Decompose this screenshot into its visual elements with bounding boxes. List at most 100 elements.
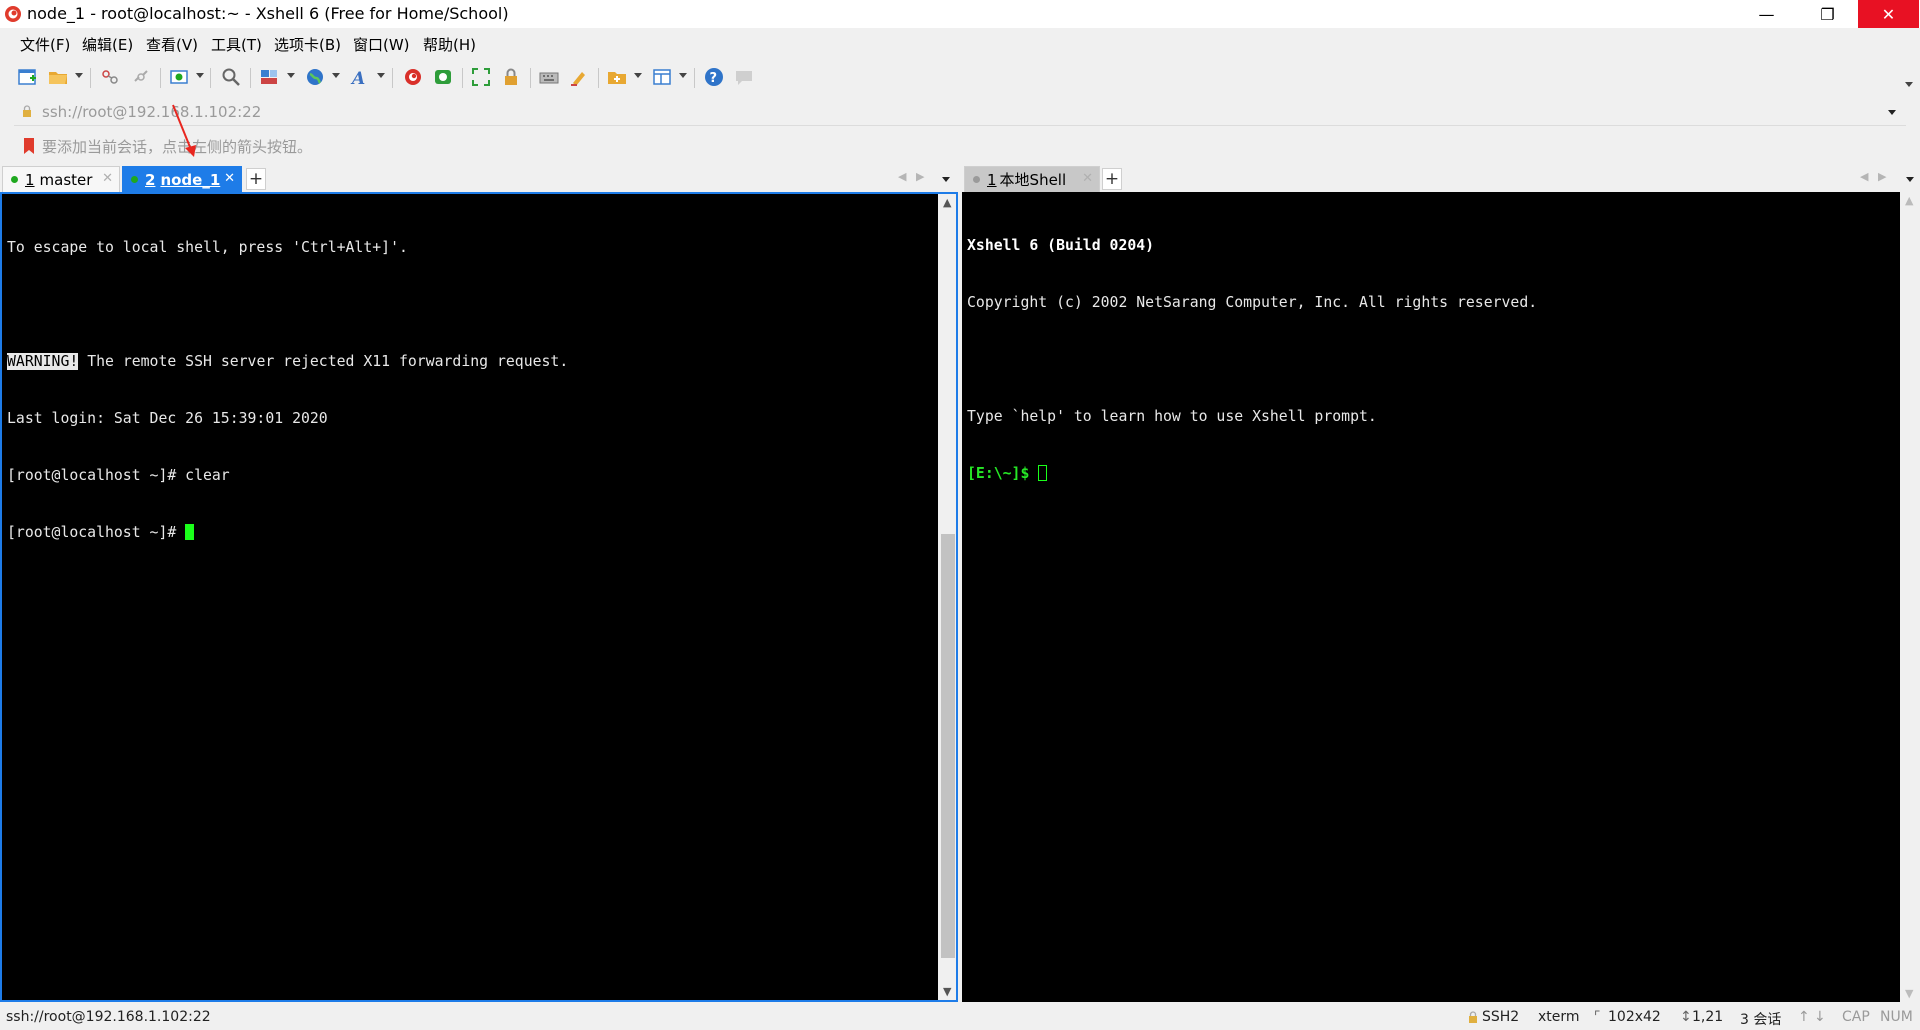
tab-prev-icon[interactable]: ◀ [898, 170, 906, 183]
status-connection: ssh://root@192.168.1.102:22 [6, 1009, 211, 1025]
window-title: node_1 - root@localhost:~ - Xshell 6 (Fr… [27, 4, 509, 23]
layout-dropdown-caret[interactable] [287, 73, 295, 78]
restore-button[interactable]: ❐ [1797, 0, 1858, 28]
tab-master[interactable]: 1 master ✕ [2, 166, 120, 192]
toolbar: A ? [0, 62, 1920, 94]
size-icon: ⌜ [1594, 1009, 1601, 1025]
connect-icon[interactable] [99, 66, 121, 88]
menu-tabs[interactable]: 选项卡(B) [274, 34, 341, 55]
terminal-line: WARNING! The remote SSH server rejected … [7, 352, 568, 371]
tab-label: master [39, 170, 93, 189]
menu-help[interactable]: 帮助(H) [423, 34, 476, 55]
cursor-pos-icon: ↕ [1680, 1009, 1692, 1025]
left-scrollbar[interactable]: ▲ ▼ [938, 192, 958, 1002]
tab-next-icon[interactable]: ▶ [916, 170, 924, 183]
properties-dropdown-caret[interactable] [196, 73, 204, 78]
menu-view[interactable]: 查看(V) [146, 34, 198, 55]
status-dot [11, 176, 18, 183]
terminal-line: To escape to local shell, press 'Ctrl+Al… [7, 239, 408, 256]
keyboard-icon[interactable] [538, 66, 560, 88]
terminal-line: Last login: Sat Dec 26 15:39:01 2020 [7, 410, 328, 427]
new-session-icon[interactable] [16, 66, 38, 88]
status-dot [973, 176, 980, 183]
font-dropdown-caret[interactable] [377, 73, 385, 78]
left-tab-strip: 1 master ✕ 2 node_1 ✕ + ◀ ▶ [0, 166, 958, 192]
session-properties-icon[interactable] [168, 66, 190, 88]
globe-dropdown-caret[interactable] [332, 73, 340, 78]
toolbar-overflow-caret[interactable] [1905, 82, 1913, 87]
fullscreen-icon[interactable] [470, 66, 492, 88]
add-to-sessions-icon[interactable] [606, 66, 628, 88]
scroll-thumb[interactable] [941, 534, 955, 958]
add-dropdown-caret[interactable] [634, 73, 642, 78]
layout-icon[interactable] [258, 66, 280, 88]
tab-node-1[interactable]: 2 node_1 ✕ [122, 166, 242, 192]
lock-icon [23, 105, 31, 117]
close-button[interactable]: ✕ [1858, 0, 1919, 28]
address-bar[interactable]: ssh://root@192.168.1.102:22 [14, 100, 1906, 126]
disconnect-icon[interactable] [130, 66, 152, 88]
open-dropdown-caret[interactable] [75, 73, 83, 78]
tab-list-caret[interactable] [1906, 177, 1914, 182]
new-tab-button[interactable]: + [1102, 168, 1122, 190]
tab-list-caret[interactable] [942, 177, 950, 182]
address-input[interactable]: ssh://root@192.168.1.102:22 [42, 103, 261, 121]
help-icon[interactable]: ? [703, 66, 725, 88]
find-icon[interactable] [220, 66, 242, 88]
tab-local-shell[interactable]: 1 本地Shell ✕ [964, 166, 1100, 192]
toolbar-separator [462, 68, 463, 88]
new-tab-button[interactable]: + [246, 168, 266, 190]
session-up-icon[interactable]: ↑ [1798, 1009, 1810, 1025]
scroll-down-icon[interactable]: ▼ [1905, 987, 1913, 1000]
terminal-line: Xshell 6 (Build 0204) [967, 237, 1155, 254]
scroll-down-icon[interactable]: ▼ [943, 985, 951, 998]
menu-bar: 文件(F) 编辑(E) 查看(V) 工具(T) 选项卡(B) 窗口(W) 帮助(… [0, 30, 1920, 58]
left-terminal[interactable]: To escape to local shell, press 'Ctrl+Al… [0, 192, 940, 1002]
tab-close-icon[interactable]: ✕ [1082, 171, 1093, 186]
scroll-up-icon[interactable]: ▲ [943, 196, 951, 209]
toolbar-separator [598, 68, 599, 88]
tab-layout-dropdown-caret[interactable] [679, 73, 687, 78]
right-terminal[interactable]: Xshell 6 (Build 0204) Copyright (c) 2002… [962, 192, 1900, 1002]
toolbar-separator [210, 68, 211, 88]
address-dropdown-caret[interactable] [1888, 110, 1896, 115]
menu-edit[interactable]: 编辑(E) [82, 34, 133, 55]
minimize-button[interactable]: — [1736, 0, 1797, 28]
lock-icon[interactable] [500, 66, 522, 88]
status-cursor-pos: 1,21 [1692, 1009, 1724, 1025]
svg-text:A: A [350, 69, 365, 88]
toolbar-separator [250, 68, 251, 88]
xftp-icon[interactable] [432, 66, 454, 88]
highlight-icon[interactable] [568, 66, 590, 88]
menu-file[interactable]: 文件(F) [20, 34, 70, 55]
tab-prev-icon[interactable]: ◀ [1860, 170, 1868, 183]
tab-close-icon[interactable]: ✕ [102, 171, 113, 186]
tab-close-icon[interactable]: ✕ [224, 171, 235, 186]
tab-next-icon[interactable]: ▶ [1878, 170, 1886, 183]
title-bar: node_1 - root@localhost:~ - Xshell 6 (Fr… [0, 0, 1920, 28]
menu-window[interactable]: 窗口(W) [353, 34, 410, 55]
warning-tag: WARNING! [7, 353, 79, 370]
bookmark-icon[interactable] [22, 137, 36, 155]
toolbar-separator [530, 68, 531, 88]
font-icon[interactable]: A [349, 66, 371, 88]
globe-icon[interactable] [304, 66, 326, 88]
scroll-up-icon[interactable]: ▲ [1905, 194, 1913, 207]
warning-text: The remote SSH server rejected X11 forwa… [78, 353, 569, 370]
chat-icon[interactable] [733, 66, 755, 88]
terminal-line: [root@localhost ~]# clear [7, 467, 230, 484]
open-folder-icon[interactable] [47, 66, 69, 88]
shell-prompt: [root@localhost ~]# [7, 524, 186, 541]
right-scrollbar[interactable]: ▲ ▼ [1900, 192, 1920, 1002]
session-down-icon[interactable]: ↓ [1814, 1009, 1826, 1025]
status-terminal-type: xterm [1538, 1009, 1580, 1025]
tab-number: 2 [145, 170, 156, 189]
xshell-logo-icon [5, 6, 21, 22]
xshell-icon[interactable] [402, 66, 424, 88]
tab-layout-icon[interactable] [651, 66, 673, 88]
menu-tools[interactable]: 工具(T) [211, 34, 262, 55]
tab-number: 1 [987, 170, 997, 189]
lock-icon [1469, 1011, 1477, 1023]
